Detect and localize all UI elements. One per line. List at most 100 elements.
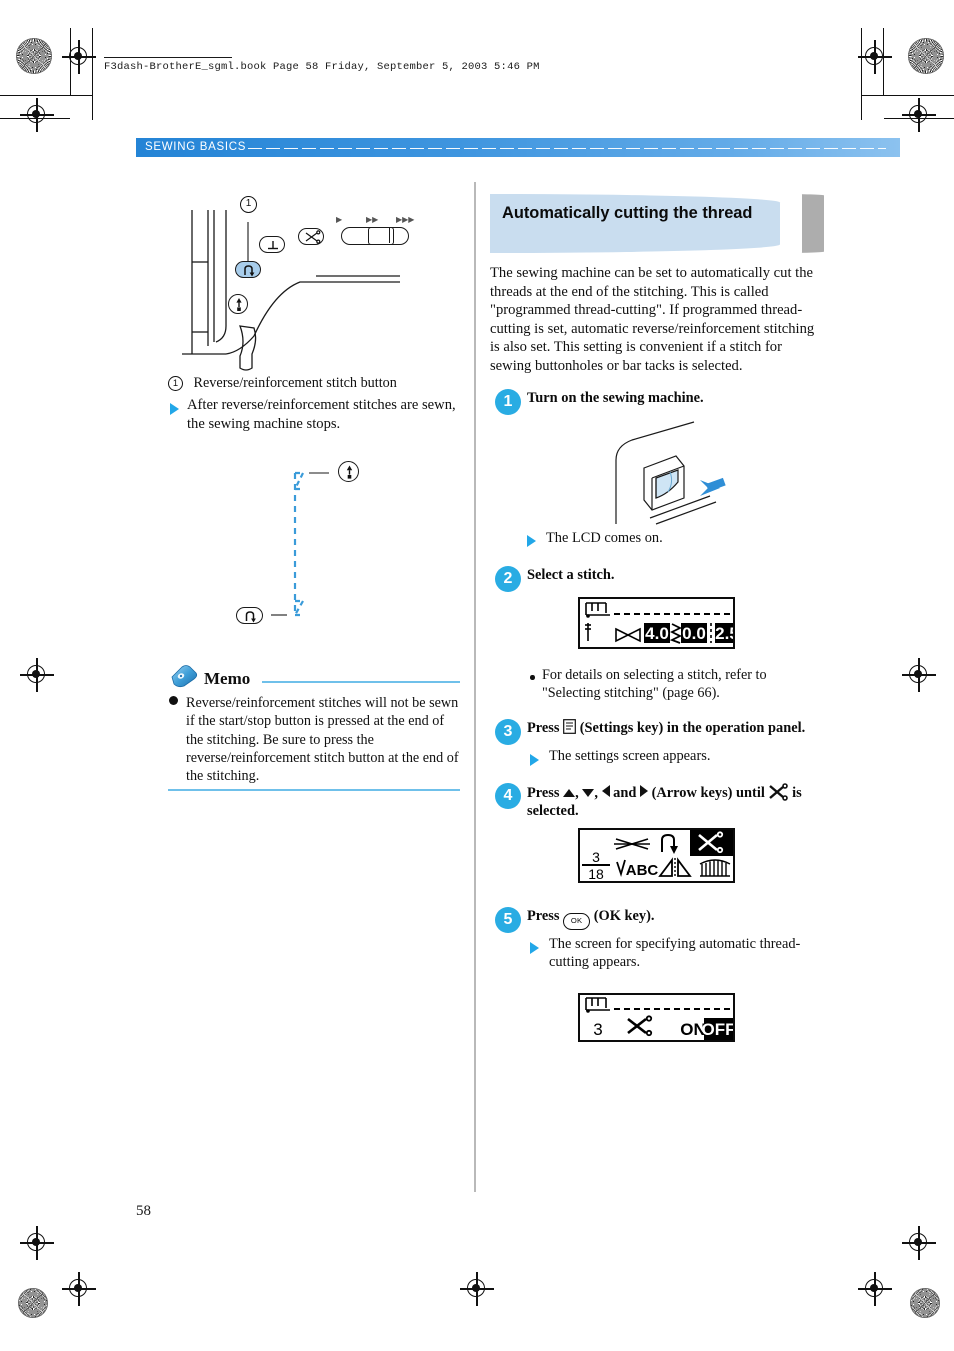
blue-triangle-icon <box>530 754 539 766</box>
trim-mark <box>884 118 954 119</box>
slider-handle-line <box>389 228 391 243</box>
needle-up-icon <box>236 298 242 311</box>
step-3-result-marker <box>530 752 539 770</box>
step-1-instruction: Turn on the sewing machine. <box>527 390 704 406</box>
lcd-settings-page-total: 18 <box>588 866 604 881</box>
step-4-comma-1: , <box>575 785 579 801</box>
step-number-2: 2 <box>495 566 521 592</box>
lcd-cutting-off: OFF <box>702 1020 734 1039</box>
trim-mark <box>861 28 862 120</box>
caption-number: 1 <box>168 376 183 391</box>
blue-triangle-icon <box>527 535 536 547</box>
reverse-stitch-icon <box>245 611 256 623</box>
step-number-1: 1 <box>495 389 521 415</box>
step-5-instruction-pre: Press <box>527 908 560 924</box>
step-3-instruction-post: (Settings key) in the operation panel. <box>579 720 806 736</box>
lcd-cutting-number: 3 <box>593 1020 602 1039</box>
needle-up-icon <box>346 465 353 479</box>
halftone-registration-circle <box>18 1288 48 1318</box>
reverse-stitch-button-callout <box>236 607 263 624</box>
trim-mark <box>0 118 70 119</box>
blue-triangle-icon <box>530 942 539 954</box>
trim-mark <box>0 95 92 96</box>
needle-down-icon <box>268 241 278 250</box>
crosshair-registration-mark <box>20 658 54 692</box>
step-2-note: For details on selecting a stitch, refer… <box>542 667 767 702</box>
reverse-stitch-icon <box>244 265 255 277</box>
page-number: 58 <box>136 1203 151 1219</box>
lcd-settings-svg: 3 18 ABC <box>582 830 733 881</box>
diagram-caption: 1 Reverse/reinforcement stitch button <box>168 374 458 392</box>
power-switch-illustration <box>598 420 728 525</box>
column-divider <box>474 182 476 1192</box>
crosshair-registration-mark <box>858 1272 892 1306</box>
memo-rule-bottom <box>168 789 460 791</box>
needle-up-down-button[interactable] <box>228 294 248 314</box>
intro-paragraph: The sewing machine can be set to automat… <box>490 265 815 374</box>
trim-mark <box>70 28 71 96</box>
caption-text: Reverse/reinforcement stitch button <box>193 375 397 391</box>
lcd-stitch-screen: 4.0 0.0 2.5 <box>578 597 735 649</box>
lcd-tension-value: 2.5 <box>715 624 733 643</box>
arrow-down-icon <box>582 789 595 797</box>
left-result-marker <box>170 401 179 419</box>
step-4-instruction-post: (Arrow keys) until <box>651 785 765 801</box>
arrow-left-icon <box>601 785 610 797</box>
left-result-text: After reverse/reinforcement stitches are… <box>187 397 456 432</box>
thread-cutter-button[interactable] <box>298 228 324 245</box>
step-3-instruction-pre: Press <box>527 720 560 736</box>
running-head-rule <box>104 57 232 58</box>
section-heading: Automatically cutting the thread <box>490 193 824 254</box>
diagram-callout-1: 1 <box>240 196 257 213</box>
blue-triangle-icon <box>170 403 179 415</box>
halftone-registration-circle <box>16 38 52 74</box>
step-4-comma-2: , <box>594 785 598 801</box>
needle-up-button-callout <box>338 461 359 482</box>
step-1-result: The LCD comes on. <box>546 530 663 546</box>
lcd-settings-screen: 3 18 ABC <box>578 828 735 883</box>
thread-cutting-icon <box>768 783 789 802</box>
lcd-thread-cutting-screen: 3 ON OFF <box>578 993 735 1042</box>
memo-bullet <box>169 696 178 705</box>
halftone-registration-circle <box>908 38 944 74</box>
memo-icon <box>168 664 200 688</box>
memo-body: Reverse/reinforcement stitches will not … <box>186 695 459 785</box>
step-4-instruction: Press , , and (Arrow keys) until is sele… <box>527 783 829 821</box>
speed-mark-fast: ▶▶▶ <box>396 215 415 224</box>
step-5-result-marker <box>530 940 539 958</box>
lcd-settings-abc-label: ABC <box>626 862 659 879</box>
section-dash-rule <box>248 147 886 149</box>
arrow-right-icon <box>639 785 648 797</box>
lcd-width-value: 4.0 <box>645 624 669 643</box>
reverse-reinforcement-stitch-button[interactable] <box>235 261 261 278</box>
step-3-instruction: Press (Settings key) in the operation pa… <box>527 719 827 737</box>
speed-control-slider[interactable] <box>341 226 409 245</box>
step-5-instruction: Press OK (OK key). <box>527 907 827 930</box>
halftone-registration-circle <box>910 1288 940 1318</box>
crosshair-registration-mark <box>902 1226 936 1260</box>
memo-title: Memo <box>204 669 251 688</box>
speed-mark-medium: ▶▶ <box>366 215 379 224</box>
section-header-bar: SEWING BASICS <box>136 138 900 157</box>
crosshair-registration-mark <box>902 658 936 692</box>
lcd-settings-page-current: 3 <box>592 849 600 865</box>
settings-key-icon <box>563 719 577 734</box>
ok-key-icon: OK <box>563 913 591 930</box>
crosshair-registration-mark <box>62 40 96 74</box>
memo-rule-top <box>262 681 460 683</box>
crosshair-registration-mark <box>902 98 936 132</box>
step-number-4: 4 <box>495 783 521 809</box>
lcd-stitch-svg: 4.0 0.0 2.5 <box>585 602 733 644</box>
heading-box: Automatically cutting the thread <box>490 194 780 253</box>
needle-position-button[interactable] <box>259 236 285 253</box>
step-3-result: The settings screen appears. <box>549 748 711 764</box>
running-head: F3dash-BrotherE_sgml.book Page 58 Friday… <box>104 61 540 73</box>
arrow-up-icon <box>563 789 576 797</box>
lcd-cutting-svg: 3 ON OFF <box>585 997 734 1040</box>
step-4-instruction-pre: Press <box>527 785 560 801</box>
step-1-result-marker <box>527 533 536 551</box>
power-switch-svg <box>615 421 726 525</box>
crosshair-registration-mark <box>20 98 54 132</box>
crosshair-registration-mark <box>62 1272 96 1306</box>
speed-mark-slow: ▶ <box>336 215 343 224</box>
